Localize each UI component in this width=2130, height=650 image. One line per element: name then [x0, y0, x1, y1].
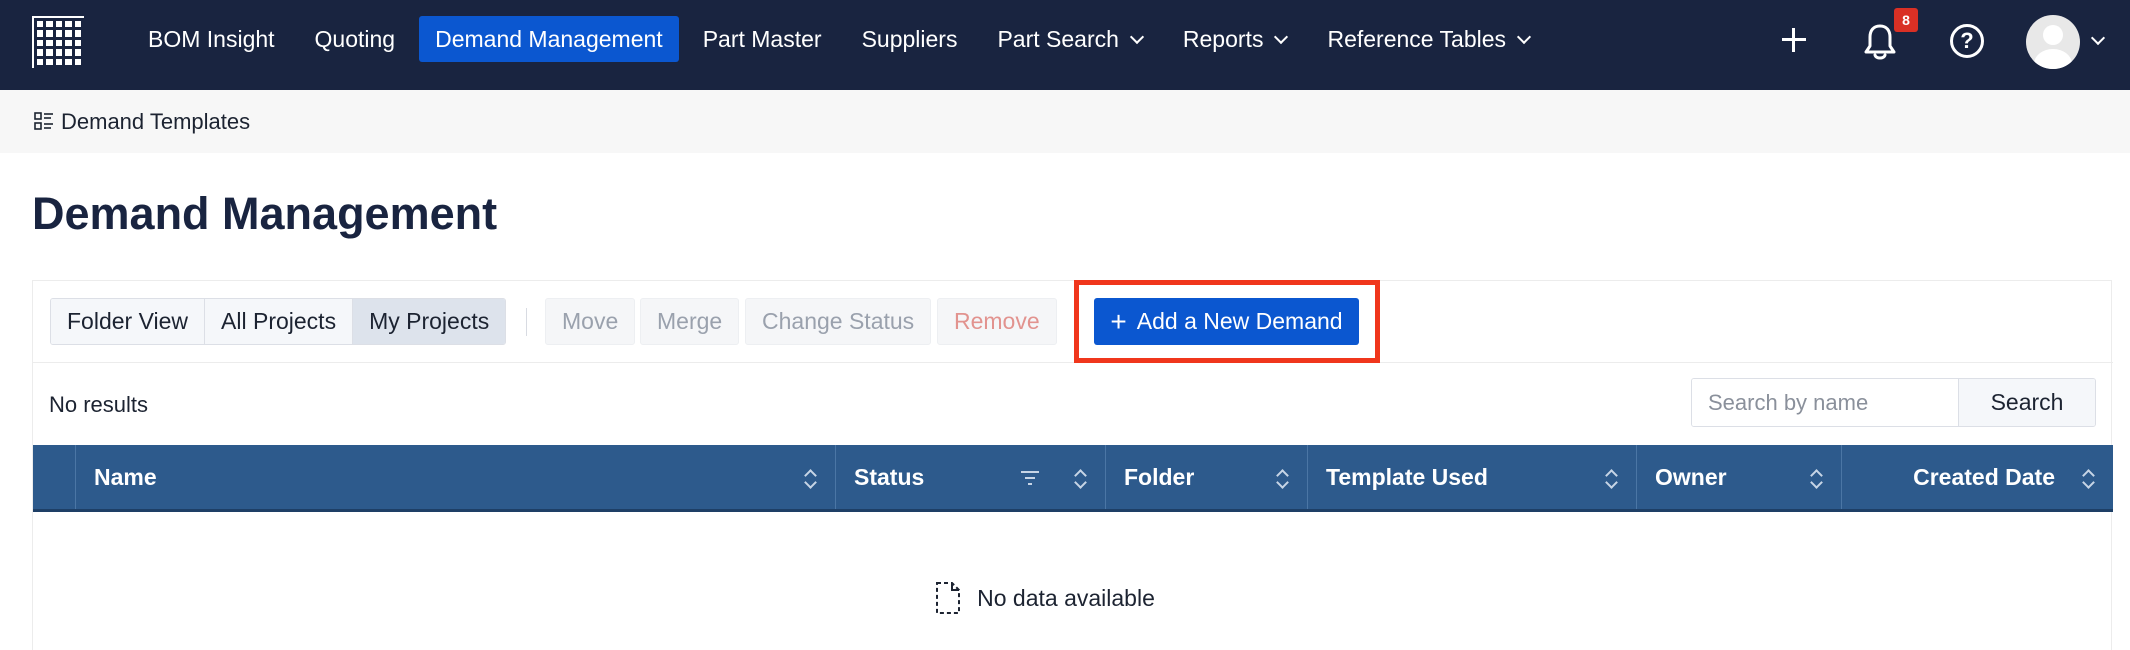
plus-icon[interactable]	[1780, 26, 1808, 54]
column-header-created-date[interactable]: Created Date	[1842, 445, 2113, 509]
empty-file-icon	[936, 582, 961, 614]
toolbar-divider	[526, 308, 527, 336]
nav-item-reference-tables[interactable]: Reference Tables	[1311, 16, 1546, 62]
demand-templates-link[interactable]: Demand Templates	[61, 109, 250, 135]
table-header: Name Status Folder Template Used Owner C…	[33, 445, 2113, 512]
demand-panel: Folder View All Projects My Projects Mov…	[32, 280, 2113, 650]
my-projects-button[interactable]: My Projects	[353, 299, 506, 344]
search-input[interactable]	[1692, 379, 1958, 426]
column-header-status[interactable]: Status	[836, 445, 1106, 509]
all-projects-button[interactable]: All Projects	[205, 299, 354, 344]
empty-state: No data available	[33, 581, 2113, 615]
plus-icon: +	[1110, 305, 1127, 337]
help-icon[interactable]: ?	[1950, 24, 1984, 58]
nav-item-reports[interactable]: Reports	[1167, 16, 1304, 62]
add-new-demand-label: Add a New Demand	[1136, 308, 1343, 334]
nav-item-quoting[interactable]: Quoting	[299, 16, 412, 62]
chevron-down-icon	[1518, 33, 1530, 45]
chevron-down-icon	[1275, 33, 1287, 45]
column-header-folder[interactable]: Folder	[1106, 445, 1308, 509]
chevron-down-icon	[1131, 33, 1143, 45]
move-button[interactable]: Move	[545, 298, 636, 345]
sort-icon[interactable]	[803, 469, 817, 487]
toolbar: Folder View All Projects My Projects Mov…	[33, 280, 2113, 363]
folder-view-button[interactable]: Folder View	[51, 299, 206, 344]
sort-icon[interactable]	[1275, 469, 1289, 487]
empty-state-text: No data available	[977, 584, 1155, 611]
column-header-owner[interactable]: Owner	[1637, 445, 1842, 509]
search-group: Search	[1691, 378, 2096, 427]
merge-button[interactable]: Merge	[640, 298, 740, 345]
add-new-demand-button[interactable]: + Add a New Demand	[1094, 298, 1359, 345]
app-logo-icon[interactable]	[32, 16, 84, 68]
view-switcher: Folder View All Projects My Projects	[50, 298, 507, 345]
sort-icon[interactable]	[2081, 469, 2095, 487]
remove-button[interactable]: Remove	[937, 298, 1057, 345]
change-status-button[interactable]: Change Status	[745, 298, 932, 345]
nav-item-demand-management[interactable]: Demand Management	[419, 16, 679, 62]
sort-icon[interactable]	[1809, 469, 1823, 487]
sort-icon[interactable]	[1604, 469, 1618, 487]
nav-item-bom-insight[interactable]: BOM Insight	[132, 16, 291, 62]
nav-item-suppliers[interactable]: Suppliers	[846, 16, 974, 62]
nav-item-part-search[interactable]: Part Search	[981, 16, 1158, 62]
filter-icon[interactable]	[1021, 469, 1039, 485]
main-nav: BOM Insight Quoting Demand Management Pa…	[132, 16, 1554, 62]
avatar[interactable]	[2026, 15, 2080, 69]
sort-icon[interactable]	[1073, 469, 1087, 487]
search-button[interactable]: Search	[1958, 379, 2095, 426]
template-list-icon[interactable]	[34, 111, 54, 131]
select-column-header[interactable]	[33, 445, 76, 509]
notification-badge: 8	[1894, 8, 1918, 32]
bell-icon[interactable]	[1862, 22, 1898, 62]
nav-item-part-master[interactable]: Part Master	[687, 16, 838, 62]
results-count: No results	[49, 392, 149, 417]
sub-navigation-bar: Demand Templates	[0, 90, 2130, 153]
column-header-name[interactable]: Name	[76, 445, 836, 509]
top-navigation-bar: BOM Insight Quoting Demand Management Pa…	[0, 0, 2130, 90]
page-title: Demand Management	[32, 188, 498, 239]
column-header-template-used[interactable]: Template Used	[1308, 445, 1637, 509]
chevron-down-icon[interactable]	[2092, 34, 2104, 46]
